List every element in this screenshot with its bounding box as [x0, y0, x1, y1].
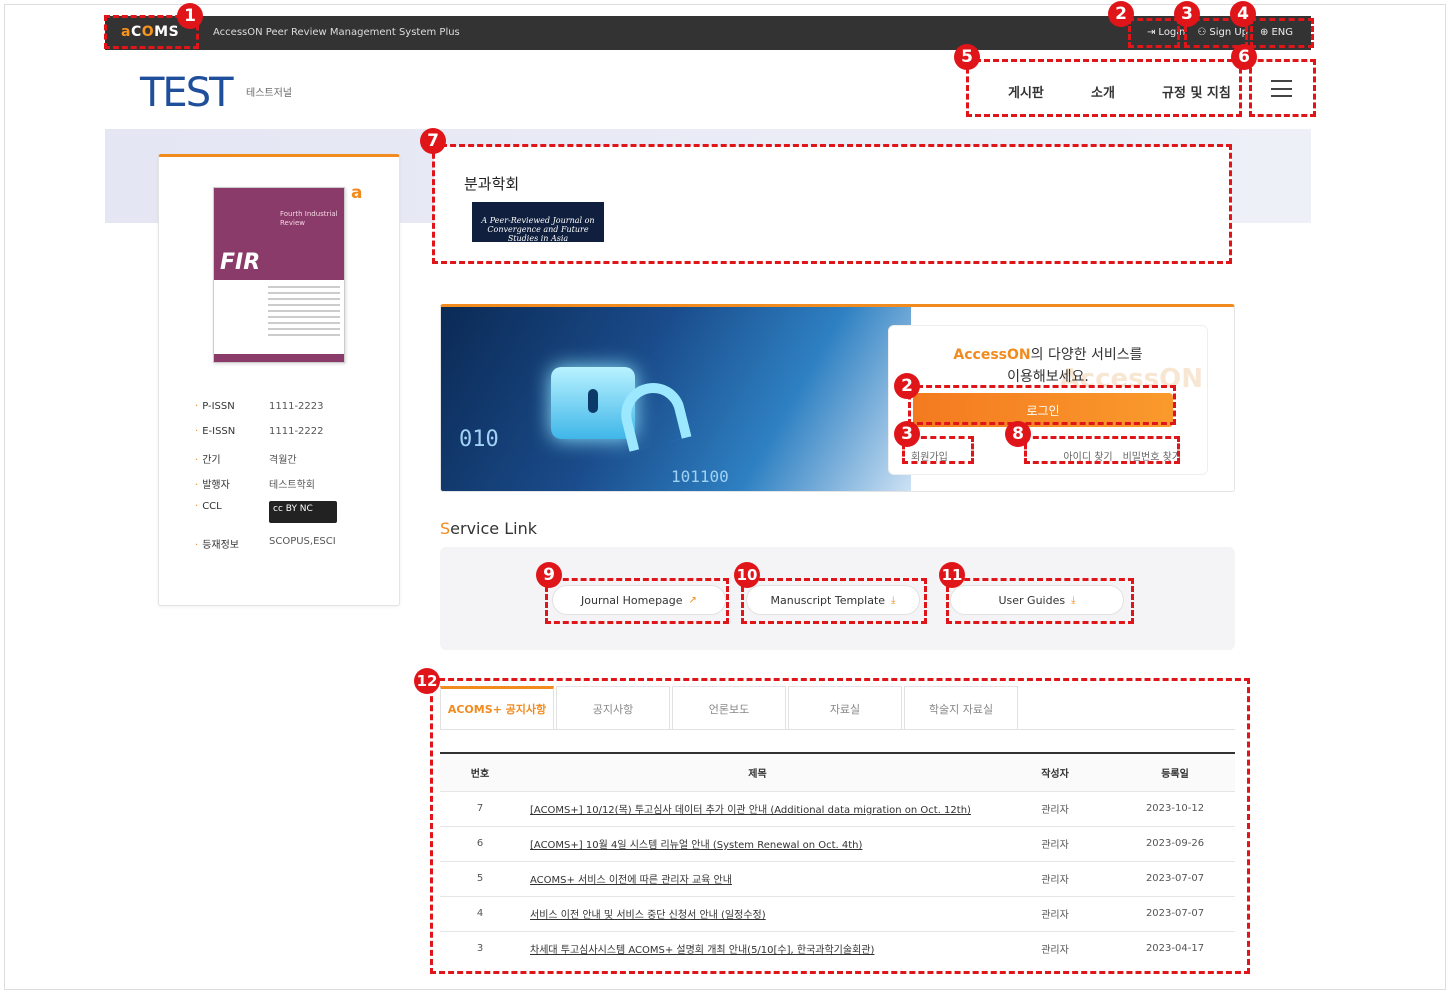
- table-row: 5 ACOMS+ 서비스 이전에 따른 관리자 교육 안내 관리자 2023-07-0…: [440, 860, 1235, 896]
- annotation-badge: 3: [1174, 1, 1200, 27]
- col-title: 제목: [520, 753, 995, 791]
- journal-homepage-button[interactable]: Journal Homepage ↗: [552, 585, 726, 615]
- login-link[interactable]: ⇥ Login: [1147, 27, 1185, 38]
- tab-journal-resources[interactable]: 학술지 자료실: [904, 686, 1018, 730]
- journal-info-list: P-ISSN1111-2223 E-ISSN1111-2222 간기격월간 발행…: [195, 401, 337, 561]
- lock-image: 010 101100: [441, 307, 911, 491]
- ccl-badge: cc BY NC: [269, 501, 337, 523]
- user-guides-button[interactable]: User Guides ⤓: [950, 585, 1124, 615]
- annotation-badge: 1: [177, 3, 203, 29]
- tab-notice[interactable]: 공지사항: [556, 686, 670, 730]
- find-id-link[interactable]: 아이디 찾기: [1063, 448, 1112, 463]
- association-title: 분과학회: [464, 175, 520, 193]
- col-date: 등록일: [1115, 753, 1235, 791]
- association-section: 분과학회 A Peer-Reviewed Journal on Converge…: [434, 146, 1232, 264]
- annotation-badge: 8: [1005, 421, 1031, 447]
- annotation-badge: 3: [894, 421, 920, 447]
- manuscript-template-button[interactable]: Manuscript Template ⤓: [746, 585, 920, 615]
- annotation-badge: 9: [536, 562, 562, 588]
- journal-brand[interactable]: TEST: [140, 70, 234, 116]
- journal-info-card: Fourth Industrial ReviewFIR a P-ISSN1111…: [158, 154, 400, 606]
- tab-underline: [440, 729, 1235, 730]
- login-box: 010 101100 AccessON AccessON의 다양한 서비스를 이…: [440, 304, 1235, 492]
- table-row: 6 [ACOMS+] 10월 4일 시스템 리뉴얼 안내 (System Rene…: [440, 825, 1235, 861]
- nav-about[interactable]: 소개: [1091, 82, 1115, 101]
- annotation-badge: 12: [414, 668, 440, 694]
- notice-link[interactable]: 차세대 투고심사시스템 ACOMS+ 설명회 개최 안내(5/10[수], 한국…: [530, 945, 874, 956]
- nav-rules[interactable]: 규정 및 지침: [1162, 82, 1231, 101]
- table-row: 4 서비스 이전 안내 및 서비스 중단 신청서 안내 (일정수정) 관리자 2023…: [440, 895, 1235, 931]
- nav-board[interactable]: 게시판: [1008, 82, 1044, 101]
- annotation-badge: 5: [954, 44, 980, 70]
- find-password-link[interactable]: 비밀번호 찾기: [1123, 448, 1181, 463]
- tab-press[interactable]: 언론보도: [672, 686, 786, 730]
- table-row: 3 차세대 투고심사시스템 ACOMS+ 설명회 개최 안내(5/10[수], 한…: [440, 930, 1235, 966]
- notice-link[interactable]: ACOMS+ 서비스 이전에 따른 관리자 교육 안내: [530, 875, 732, 886]
- tab-acoms-notice[interactable]: ACOMS+ 공지사항: [440, 686, 554, 730]
- system-name: AccessON Peer Review Management System P…: [213, 27, 460, 38]
- globe-icon: ⊕: [1260, 27, 1269, 38]
- user-icon: ⚇: [1197, 27, 1207, 38]
- annotation-badge: 11: [939, 562, 965, 588]
- language-link[interactable]: ⊕ ENG: [1260, 27, 1293, 38]
- register-link[interactable]: 회원가입: [911, 448, 948, 463]
- login-icon: ⇥: [1147, 27, 1156, 38]
- col-number: 번호: [440, 753, 520, 791]
- annotation-badge: 2: [1108, 1, 1134, 27]
- table-row: 7 [ACOMS+] 10/12(목) 투고심사 데이터 추가 이관 안내 (Ad…: [440, 790, 1235, 826]
- lock-icon: [551, 367, 692, 452]
- tab-resources[interactable]: 자료실: [788, 686, 902, 730]
- acoms-logo[interactable]: aCOMS: [121, 24, 179, 40]
- annotation-badge: 10: [734, 562, 760, 588]
- annotation-badge: 4: [1230, 1, 1256, 27]
- signup-link[interactable]: ⚇ Sign Up: [1197, 27, 1248, 38]
- annotation-badge: 6: [1231, 44, 1257, 70]
- login-headline: AccessON의 다양한 서비스를: [953, 347, 1143, 363]
- fir-logo: FIR: [220, 250, 261, 275]
- service-link-title: Service Link: [440, 519, 537, 538]
- annotation-badge: 7: [420, 128, 446, 154]
- notice-link[interactable]: [ACOMS+] 10월 4일 시스템 리뉴얼 안내 (System Renew…: [530, 840, 862, 851]
- col-author: 작성자: [995, 753, 1115, 791]
- annotation-badge: 2: [894, 373, 920, 399]
- journal-cover[interactable]: Fourth Industrial Review FIR: [213, 187, 345, 363]
- menu-icon[interactable]: [1271, 80, 1292, 97]
- notice-link[interactable]: 서비스 이전 안내 및 서비스 중단 신청서 안내 (일정수정): [530, 910, 766, 921]
- login-button[interactable]: 로그인: [913, 393, 1173, 427]
- top-bar-links: ⇥ Login ⚇ Sign Up ⊕ ENG: [1147, 27, 1293, 38]
- download-icon: ⤓: [1071, 594, 1076, 606]
- notice-tabs: ACOMS+ 공지사항 공지사항 언론보도 자료실 학술지 자료실: [440, 686, 1020, 730]
- login-panel: AccessON AccessON의 다양한 서비스를 이용해보세요. 로그인 …: [888, 325, 1208, 475]
- journal-subtitle: 테스트저널: [246, 88, 292, 99]
- service-link-box: Journal Homepage ↗ Manuscript Template ⤓ U…: [440, 547, 1235, 650]
- open-access-icon: a: [351, 183, 363, 203]
- download-icon: ⤓: [891, 594, 896, 606]
- notice-table: 번호 제목 작성자 등록일 7 [ACOMS+] 10/12(목) 투고심사 데이…: [440, 752, 1235, 966]
- association-journal-logo[interactable]: A Peer-Reviewed Journal on Convergence a…: [472, 202, 604, 243]
- external-link-icon: ↗: [688, 594, 697, 606]
- notice-link[interactable]: [ACOMS+] 10/12(목) 투고심사 데이터 추가 이관 안내 (Add…: [530, 805, 971, 816]
- login-headline-2: 이용해보세요.: [1007, 369, 1089, 385]
